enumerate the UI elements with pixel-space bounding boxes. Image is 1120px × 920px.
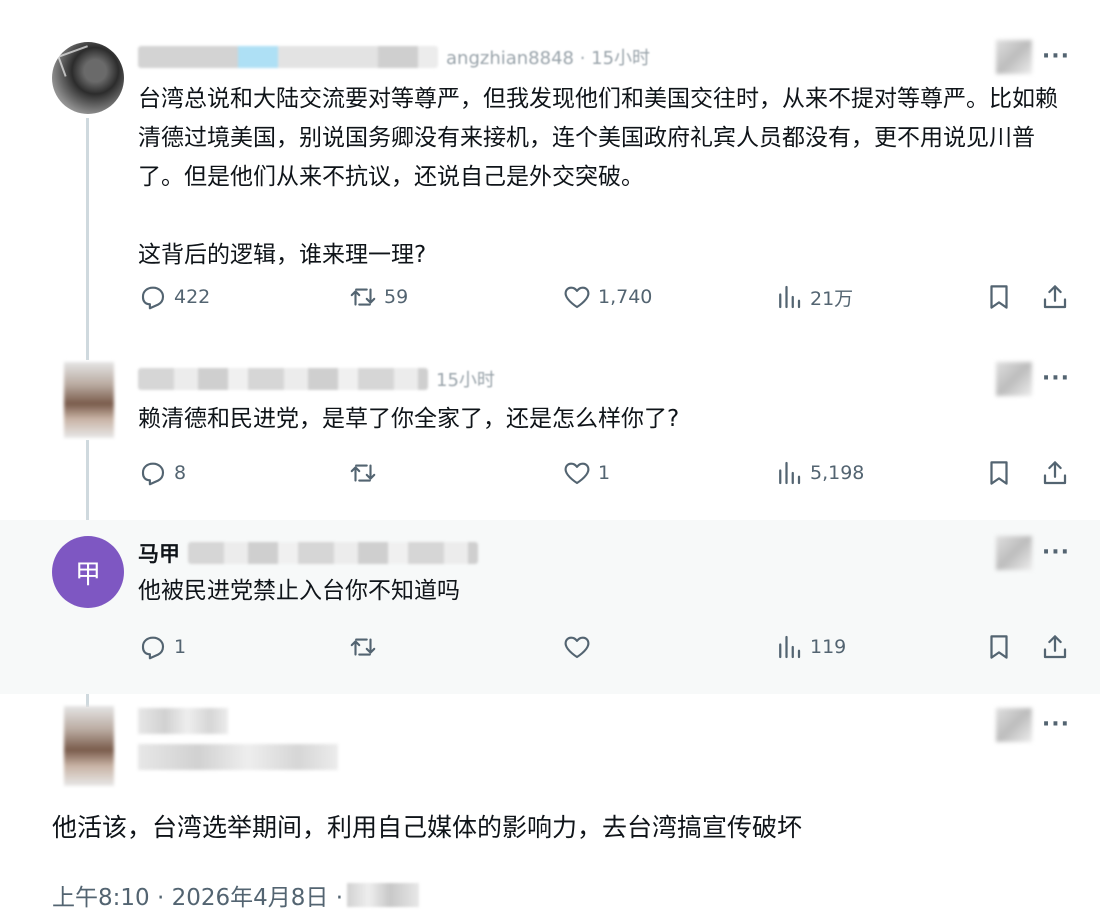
reply-count: 8: [174, 462, 187, 484]
heart-icon: [564, 286, 590, 309]
retweet-icon: [350, 288, 376, 306]
retweet-button[interactable]: 59: [348, 282, 408, 312]
tweet-text: 台湾总说和大陆交流要对等尊严，但我发现他们和美国交往时，从来不提对等尊严。比如赖…: [138, 86, 1058, 268]
more-area: ···: [995, 40, 1070, 74]
avatar[interactable]: [64, 362, 114, 438]
view-count: 21万: [810, 287, 854, 310]
handle-fragment: angzhian8848 · 15小时: [446, 48, 651, 69]
redacted-user-name: [138, 368, 428, 390]
tweet-text: 他被民进党禁止入台你不知道吗: [138, 578, 460, 604]
avatar[interactable]: [52, 42, 124, 114]
tweet-header: 马甲: [138, 538, 478, 568]
more-area: ···: [995, 536, 1070, 570]
tweet-text: 赖清德和民进党，是草了你全家了，还是怎么样你了?: [138, 406, 680, 432]
reply-button[interactable]: 1: [138, 632, 186, 662]
grok-icon[interactable]: [995, 40, 1032, 74]
share-button[interactable]: [1040, 458, 1070, 488]
more-icon[interactable]: ···: [1042, 714, 1070, 736]
redacted-handle: [188, 542, 478, 564]
bookmark-button[interactable]: [984, 282, 1014, 312]
retweet-count: 59: [384, 286, 409, 308]
redacted-view-count: [347, 883, 420, 907]
like-count: 1,740: [598, 286, 653, 308]
thread-view: angzhian8848 · 15小时 ··· 台湾总说和大陆交流要对等尊严，但…: [0, 0, 1120, 920]
views-icon: [779, 285, 801, 309]
like-count: 1: [598, 462, 611, 484]
reply-icon: [141, 636, 165, 660]
tweet-header: 15小时: [138, 364, 495, 394]
avatar-letter: 甲: [74, 559, 101, 590]
view-count: 5,198: [810, 462, 865, 484]
more-area: ···: [995, 362, 1070, 396]
reply-count: 422: [174, 286, 211, 308]
more-area: ···: [995, 708, 1070, 742]
grok-icon[interactable]: [995, 536, 1032, 570]
redacted-display-name: [138, 708, 228, 734]
bookmark-icon: [990, 461, 1008, 485]
more-icon[interactable]: ···: [1042, 368, 1070, 390]
bookmark-button[interactable]: [984, 458, 1014, 488]
reply-count: 1: [174, 636, 187, 658]
grok-icon[interactable]: [995, 708, 1032, 742]
share-icon: [1043, 461, 1067, 485]
views-button[interactable]: 5,198: [774, 458, 864, 488]
display-name[interactable]: 马甲: [138, 538, 180, 568]
views-button[interactable]: 21万: [774, 282, 853, 312]
retweet-button[interactable]: [348, 632, 384, 662]
action-bar: 1 119: [138, 632, 1073, 668]
avatar[interactable]: 甲: [52, 536, 124, 608]
avatar[interactable]: [64, 706, 114, 786]
handle-fragment: 15小时: [436, 370, 495, 391]
post-meta: 上午8:10 · 2026年4月8日 ·: [52, 878, 420, 912]
retweet-icon: [350, 638, 376, 656]
bookmark-icon: [990, 635, 1008, 659]
action-bar: 422 59 1,740 21万: [138, 282, 1073, 318]
tweet-header: angzhian8848 · 15小时: [138, 42, 650, 72]
tweet-3[interactable]: 甲 马甲 ··· 他被民进党禁止入台你不知道吗 1 119: [0, 520, 1100, 694]
grok-icon[interactable]: [995, 362, 1032, 396]
post-text: 他活该，台湾选举期间，利用自己媒体的影响力，去台湾搞宣传破坏: [52, 813, 803, 842]
bookmark-button[interactable]: [984, 632, 1014, 662]
like-button[interactable]: 1,740: [562, 282, 652, 312]
reply-icon: [141, 462, 165, 486]
share-button[interactable]: [1040, 282, 1070, 312]
view-count: 119: [810, 636, 847, 658]
action-bar: 8 1 5,198: [138, 458, 1073, 494]
redacted-handle: [138, 744, 338, 770]
retweet-icon: [350, 464, 376, 482]
share-button[interactable]: [1040, 632, 1070, 662]
more-icon[interactable]: ···: [1042, 542, 1070, 564]
heart-icon: [564, 462, 590, 485]
like-button[interactable]: 1: [562, 458, 610, 488]
reply-button[interactable]: 8: [138, 458, 186, 488]
share-icon: [1043, 635, 1067, 659]
redacted-user-name: [138, 46, 438, 68]
retweet-button[interactable]: [348, 458, 384, 488]
bookmark-icon: [990, 285, 1008, 309]
views-icon: [779, 461, 801, 485]
like-button[interactable]: [562, 632, 598, 662]
share-icon: [1043, 285, 1067, 309]
views-button[interactable]: 119: [774, 632, 846, 662]
tweet-1[interactable]: angzhian8848 · 15小时 ··· 台湾总说和大陆交流要对等尊严，但…: [0, 0, 1100, 348]
reply-button[interactable]: 422: [138, 282, 210, 312]
heart-icon: [564, 636, 590, 659]
post-timestamp[interactable]: 上午8:10 · 2026年4月8日 ·: [52, 878, 343, 912]
views-icon: [779, 635, 801, 659]
tweet-2[interactable]: 15小时 ··· 赖清德和民进党，是草了你全家了，还是怎么样你了? 8 1 5,…: [0, 348, 1100, 520]
more-icon[interactable]: ···: [1042, 46, 1070, 68]
reply-icon: [141, 286, 165, 310]
